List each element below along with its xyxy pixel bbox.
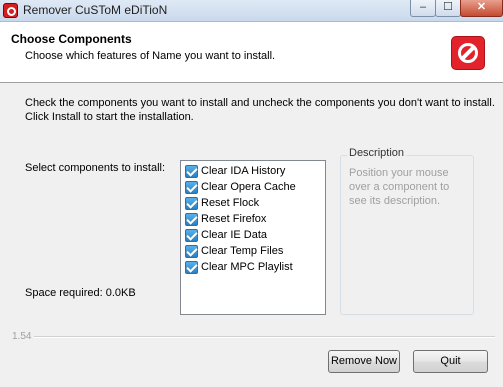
component-label: Clear Temp Files: [201, 245, 284, 257]
component-label: Clear IDA History: [201, 165, 286, 177]
component-item[interactable]: Clear IDA History: [185, 164, 285, 178]
minimize-button[interactable]: –: [410, 0, 436, 17]
component-item[interactable]: Clear IE Data: [185, 228, 267, 242]
component-label: Reset Flock: [201, 197, 260, 209]
component-label: Clear IE Data: [201, 229, 268, 241]
component-item[interactable]: Clear MPC Playlist: [185, 260, 293, 274]
component-label: Clear Opera Cache: [201, 181, 296, 193]
checkbox[interactable]: [185, 196, 198, 210]
close-button[interactable]: ✕: [460, 0, 503, 17]
checkbox[interactable]: [185, 212, 198, 226]
component-item[interactable]: Reset Firefox: [185, 212, 266, 226]
window-title: Remover CuSToM eDiTioN: [23, 3, 168, 17]
component-item[interactable]: Clear Opera Cache: [185, 180, 296, 194]
content-panel: Check the components you want to install…: [0, 83, 503, 387]
app-icon[interactable]: [3, 3, 18, 18]
footer-divider: [34, 336, 495, 338]
description-title: Description: [347, 147, 407, 159]
no-entry-icon: [452, 37, 484, 69]
page-subtitle: Choose which features of Name you want t…: [25, 50, 276, 62]
description-text: Position your mouse over a component to …: [349, 167, 450, 207]
space-required-label: Space required: 0.0KB: [25, 287, 136, 299]
checkbox[interactable]: [185, 180, 198, 194]
instructions-text: Check the components you want to install…: [25, 97, 495, 123]
page-title: Choose Components: [11, 32, 132, 46]
quit-button[interactable]: Quit: [413, 350, 488, 373]
checkbox[interactable]: [185, 164, 198, 178]
checkbox[interactable]: [185, 244, 198, 258]
checkbox[interactable]: [185, 260, 198, 274]
checkbox[interactable]: [185, 228, 198, 242]
title-bar[interactable]: Remover CuSToM eDiTioN – ☐ ✕: [0, 0, 503, 22]
remove-now-button[interactable]: Remove Now: [328, 350, 400, 373]
component-label: Clear MPC Playlist: [201, 261, 293, 273]
component-item[interactable]: Reset Flock: [185, 196, 259, 210]
component-label: Reset Firefox: [201, 213, 267, 225]
installer-window: Remover CuSToM eDiTioN – ☐ ✕ Choose Comp…: [0, 0, 503, 387]
component-item[interactable]: Clear Temp Files: [185, 244, 283, 258]
maximize-button[interactable]: ☐: [435, 0, 461, 17]
description-group: Description Position your mouse over a c…: [340, 147, 474, 315]
header-panel: Choose Components Choose which features …: [0, 22, 503, 83]
select-components-label: Select components to install:: [25, 162, 166, 174]
components-list[interactable]: Clear IDA History Clear Opera Cache Rese…: [180, 160, 326, 315]
version-label: 1.54: [12, 331, 32, 342]
